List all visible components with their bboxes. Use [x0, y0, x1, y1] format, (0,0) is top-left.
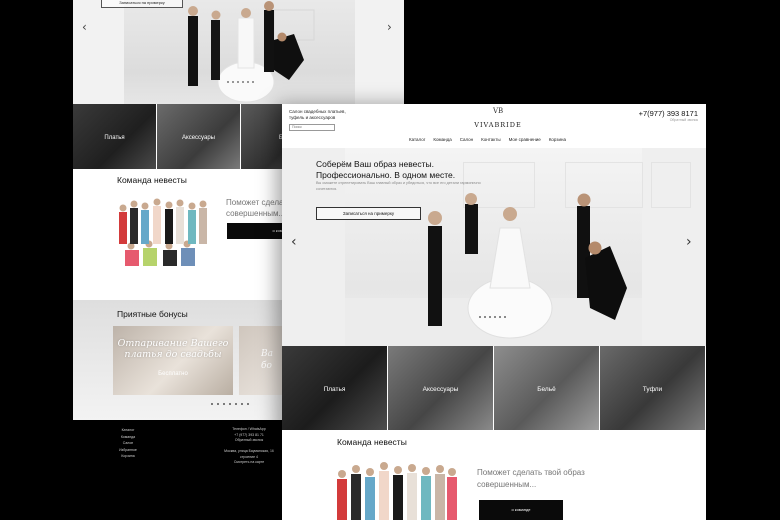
slider-dot[interactable] [237, 81, 239, 83]
hero-pagination [479, 316, 506, 318]
hero-title-line-2: Профессионально. В одном месте. [316, 170, 456, 180]
slider-dot[interactable] [499, 316, 501, 318]
wall-panel [651, 162, 691, 208]
slider-dot[interactable] [217, 403, 219, 405]
hero-subtitle: Вы сможете отрепетировать Ваш главный об… [316, 181, 481, 191]
slider-dot[interactable] [227, 81, 229, 83]
bonus-card-title: Отпаривание Вашего платья до свадьбы [117, 338, 229, 360]
slider-dot[interactable] [235, 403, 237, 405]
nav-item-catalog[interactable]: Каталог [409, 137, 425, 142]
category-label: Туфли [642, 386, 663, 393]
back-bonus-pagination [211, 403, 249, 405]
bonus-card-2-title: Ва бо [261, 349, 273, 371]
category-lingerie[interactable]: Бельё [494, 346, 599, 430]
category-label: Платья [104, 135, 125, 141]
header-callback-link[interactable]: Обратный звонок [670, 118, 698, 122]
presentation-stage: Записаться на примерку ‹ › Платья Аксесс… [0, 0, 780, 520]
slider-dot[interactable] [494, 316, 496, 318]
team-description: Поможет сделать твой образ совершенным..… [477, 468, 585, 489]
search-input[interactable]: Поиск [289, 124, 335, 131]
back-hero-fitting-button[interactable]: Записаться на примерку [101, 0, 183, 8]
header-salon-description: Салон свадебных платьев, туфель и аксесс… [289, 109, 346, 120]
back-bonus-card[interactable]: Отпаривание Вашего платья до свадьбы Бес… [113, 326, 233, 395]
slider-dot[interactable] [252, 81, 254, 83]
chevron-right-icon[interactable]: › [686, 234, 692, 250]
category-strip: Платья Аксессуары Бельё Туфли [282, 346, 706, 430]
back-footer-contacts: Телефон / WhatsApp +7 (977) 393 81 71 Об… [219, 427, 279, 466]
slider-dot[interactable] [232, 81, 234, 83]
chevron-left-icon[interactable]: ‹ [82, 20, 87, 34]
main-nav: Каталог Команда Салон Контакты Мое сравн… [409, 137, 566, 142]
back-bonus-title: Приятные бонусы [117, 309, 188, 319]
footer-map-link[interactable]: Смотреть на карте [219, 460, 279, 466]
slider-dot[interactable] [504, 316, 506, 318]
back-footer-nav: Каталог Команда Салон Избранное Корзина [117, 427, 139, 460]
footer-address: Москва, улица Бауманская, 16 строение 4 [224, 449, 274, 459]
back-bonus-card-2[interactable]: Ва бо [239, 326, 283, 395]
team-title: Команда невесты [337, 437, 407, 447]
chevron-right-icon[interactable]: › [387, 20, 392, 34]
category-label: Платья [323, 386, 346, 393]
bonus-card-subtitle: Бесплатно [158, 371, 188, 377]
slider-dot[interactable] [247, 81, 249, 83]
category-shoes[interactable]: Туфли [600, 346, 705, 430]
back-team-photo [113, 194, 213, 278]
footer-link[interactable]: Корзина [117, 453, 139, 460]
slider-dot[interactable] [223, 403, 225, 405]
slider-dot[interactable] [484, 316, 486, 318]
chevron-left-icon[interactable]: ‹ [291, 234, 297, 250]
slider-dot[interactable] [242, 81, 244, 83]
front-page-mockup: Салон свадебных платьев, туфель и аксесс… [282, 104, 706, 520]
category-label: Бельё [537, 386, 556, 393]
nav-item-contacts[interactable]: Контакты [481, 137, 500, 142]
back-hero-people-illustration [188, 1, 315, 103]
slider-dot[interactable] [211, 403, 213, 405]
team-photo [332, 458, 462, 520]
category-label: Аксессуары [182, 135, 215, 141]
category-accessories[interactable]: Аксессуары [388, 346, 493, 430]
nav-item-compare[interactable]: Мое сравнение [509, 137, 541, 142]
back-team-title: Команда невесты [117, 175, 187, 185]
back-hero-pagination [227, 81, 254, 83]
back-hero-slider: Записаться на примерку ‹ › [73, 0, 404, 104]
slider-dot[interactable] [479, 316, 481, 318]
back-hero-photo [124, 0, 355, 104]
hero-slider: Соберём Ваш образ невесты. Профессиональ… [282, 148, 706, 346]
nav-item-salon[interactable]: Салон [460, 137, 473, 142]
hero-title: Соберём Ваш образ невесты. Профессиональ… [316, 159, 455, 181]
nav-item-cart[interactable]: Корзина [549, 137, 566, 142]
slider-dot[interactable] [247, 403, 249, 405]
header-phone[interactable]: +7(977) 393 8171 [639, 109, 698, 118]
back-category-dresses[interactable]: Платья [73, 104, 156, 169]
hero-fitting-button[interactable]: Записаться на примерку [316, 207, 421, 220]
category-dresses[interactable]: Платья [282, 346, 387, 430]
logo[interactable]: VIVABRIDE [466, 121, 530, 129]
hero-title-line-1: Соберём Ваш образ невесты. [316, 159, 434, 169]
nav-item-team[interactable]: Команда [433, 137, 451, 142]
slider-dot[interactable] [241, 403, 243, 405]
slider-dot[interactable] [489, 316, 491, 318]
logo-mark: VB [493, 107, 504, 115]
slider-dot[interactable] [229, 403, 231, 405]
back-category-accessories[interactable]: Аксессуары [157, 104, 240, 169]
category-label: Аксессуары [422, 386, 459, 393]
team-button[interactable]: о команде [479, 500, 563, 520]
